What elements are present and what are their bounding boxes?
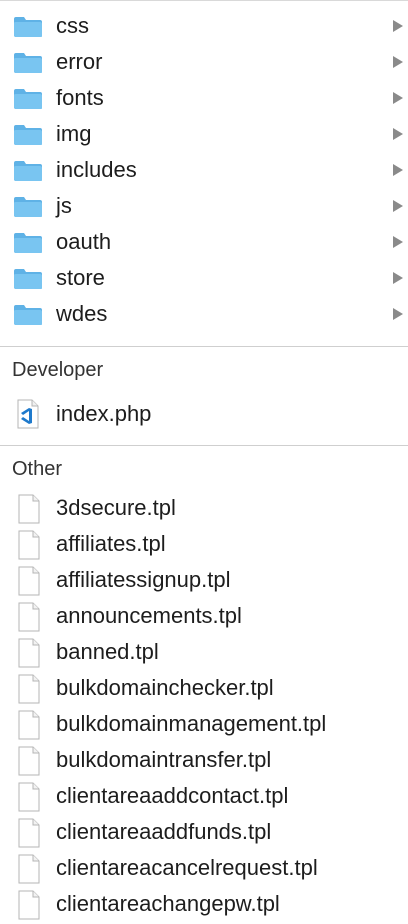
document-icon (18, 566, 40, 596)
document-icon (18, 746, 40, 776)
folder-label: store (56, 265, 105, 290)
file-row[interactable]: announcements.tpl (0, 598, 408, 634)
folder-label: wdes (56, 301, 108, 326)
section-title: Other (12, 458, 63, 480)
folder-icon (14, 305, 42, 325)
folder-row-wdes[interactable]: wdes (0, 296, 408, 332)
folder-row-store[interactable]: store (0, 260, 408, 296)
file-label: clientareaaddcontact.tpl (56, 783, 289, 808)
folder-row-includes[interactable]: includes (0, 152, 408, 188)
vscode-file-icon (17, 399, 39, 429)
folder-row-img[interactable]: img (0, 116, 408, 152)
document-icon (18, 710, 40, 740)
document-icon (18, 674, 40, 704)
document-icon (18, 854, 40, 884)
file-row[interactable]: affiliates.tpl (0, 526, 408, 562)
chevron-right-icon[interactable] (393, 20, 403, 32)
folder-label: oauth (56, 229, 112, 254)
folder-icon (14, 125, 42, 145)
chevron-right-icon[interactable] (393, 128, 403, 140)
file-browser-panel: css error fonts img includes js oauth st… (0, 0, 408, 924)
file-label: affiliatessignup.tpl (56, 567, 231, 592)
folder-row-js[interactable]: js (0, 188, 408, 224)
folder-row-oauth[interactable]: oauth (0, 224, 408, 260)
folder-icon (14, 161, 42, 181)
document-icon (18, 530, 40, 560)
document-icon (18, 494, 40, 524)
chevron-right-icon[interactable] (393, 92, 403, 104)
file-row[interactable]: banned.tpl (0, 634, 408, 670)
folder-icon (14, 269, 42, 289)
file-row[interactable]: clientareaaddfunds.tpl (0, 814, 408, 850)
document-icon (18, 638, 40, 668)
chevron-right-icon[interactable] (393, 236, 403, 248)
document-icon (18, 782, 40, 812)
file-label: announcements.tpl (56, 603, 242, 628)
chevron-right-icon[interactable] (393, 164, 403, 176)
chevron-right-icon[interactable] (393, 272, 403, 284)
file-label: bulkdomainchecker.tpl (56, 675, 274, 700)
chevron-right-icon[interactable] (393, 308, 403, 320)
top-border (0, 0, 408, 1)
folder-icon (14, 89, 42, 109)
folder-label: includes (56, 157, 137, 182)
folder-label: fonts (56, 85, 104, 110)
file-row-index-php[interactable]: index.php (0, 391, 408, 437)
chevron-right-icon[interactable] (393, 56, 403, 68)
file-label: index.php (56, 401, 152, 426)
folder-label: img (56, 121, 92, 146)
folder-label: error (56, 49, 103, 74)
file-label: bulkdomainmanagement.tpl (56, 711, 327, 736)
file-row[interactable]: clientareachangepw.tpl (0, 886, 408, 922)
file-label: clientareaaddfunds.tpl (56, 819, 272, 844)
file-row[interactable]: 3dsecure.tpl (0, 490, 408, 526)
file-row[interactable]: bulkdomaintransfer.tpl (0, 742, 408, 778)
file-row[interactable]: bulkdomainchecker.tpl (0, 670, 408, 706)
section-header-other: Other (0, 446, 408, 490)
file-row[interactable]: affiliatessignup.tpl (0, 562, 408, 598)
section-header-developer: Developer (0, 347, 408, 391)
file-label: clientareacancelrequest.tpl (56, 855, 318, 880)
document-icon (18, 818, 40, 848)
document-icon (18, 890, 40, 920)
file-label: 3dsecure.tpl (56, 495, 176, 520)
file-row[interactable]: clientareaaddcontact.tpl (0, 778, 408, 814)
folder-icon (14, 197, 42, 217)
file-label: clientareachangepw.tpl (56, 891, 280, 916)
file-list-other: 3dsecure.tpl affiliates.tpl affiliatessi… (0, 490, 408, 924)
section-title: Developer (12, 359, 104, 381)
file-label: affiliates.tpl (56, 531, 166, 556)
folder-icon (14, 17, 42, 37)
file-label: banned.tpl (56, 639, 159, 664)
folder-row-error[interactable]: error (0, 44, 408, 80)
folder-row-css[interactable]: css (0, 8, 408, 44)
chevron-right-icon[interactable] (393, 200, 403, 212)
file-label: bulkdomaintransfer.tpl (56, 747, 272, 772)
document-icon (18, 602, 40, 632)
folder-list: css error fonts img includes js oauth st… (0, 8, 408, 332)
file-row[interactable]: bulkdomainmanagement.tpl (0, 706, 408, 742)
folder-label: css (56, 13, 89, 38)
folder-icon (14, 233, 42, 253)
folder-label: js (56, 193, 72, 218)
file-row[interactable]: clientareacancelrequest.tpl (0, 850, 408, 886)
folder-icon (14, 53, 42, 73)
folder-row-fonts[interactable]: fonts (0, 80, 408, 116)
